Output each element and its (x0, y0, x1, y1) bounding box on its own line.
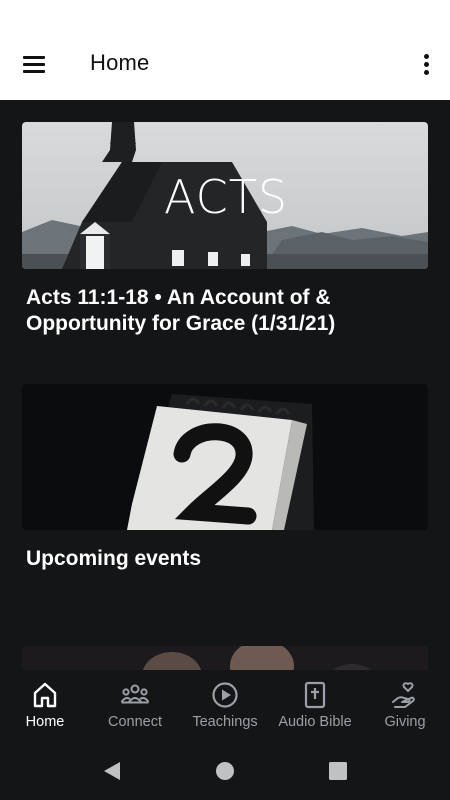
nav-label: Audio Bible (278, 714, 352, 730)
sermon-card-image: ACTS (22, 122, 428, 269)
events-card[interactable]: Upcoming events (22, 384, 428, 572)
nav-item-home[interactable]: Home (0, 670, 90, 746)
nav-item-audio-bible[interactable]: Audio Bible (270, 670, 360, 746)
people-group-icon (120, 684, 150, 704)
series-title-overlay: ACTS (164, 170, 289, 224)
nav-label: Teachings (192, 714, 258, 730)
sermon-card[interactable]: ACTS Acts 11:1-18 • An Account of & Oppo… (22, 122, 428, 337)
play-circle-icon (212, 682, 238, 708)
bible-icon (304, 681, 326, 709)
nav-item-teachings[interactable]: Teachings (180, 670, 270, 746)
card-title: Upcoming events (26, 547, 202, 570)
more-vertical-icon[interactable] (420, 50, 434, 78)
nav-item-connect[interactable]: Connect (90, 670, 180, 746)
nav-label: Connect (107, 714, 162, 730)
feed-card-image (22, 646, 428, 670)
app-bar: Home (0, 28, 450, 100)
nav-label: Home (25, 714, 65, 730)
home-icon (33, 682, 57, 708)
hamburger-menu-icon[interactable] (20, 52, 50, 76)
nav-item-giving[interactable]: Giving (360, 670, 450, 746)
feed-card[interactable] (22, 646, 428, 670)
home-feed[interactable]: ACTS Acts 11:1-18 • An Account of & Oppo… (0, 100, 450, 670)
back-triangle-icon[interactable] (101, 760, 123, 782)
card-title: Acts 11:1-18 • An Account of & Opportuni… (26, 286, 336, 335)
status-bar (0, 0, 450, 28)
system-navigation-bar (0, 746, 450, 800)
nav-label: Giving (384, 714, 426, 730)
home-circle-icon[interactable] (214, 760, 236, 782)
bottom-navigation: Home Connect Teachings Audio Bible Givin… (0, 670, 450, 746)
page-title: Home (90, 50, 150, 75)
hand-heart-icon (392, 682, 415, 708)
recents-square-icon[interactable] (327, 760, 349, 782)
events-card-image (22, 384, 428, 530)
